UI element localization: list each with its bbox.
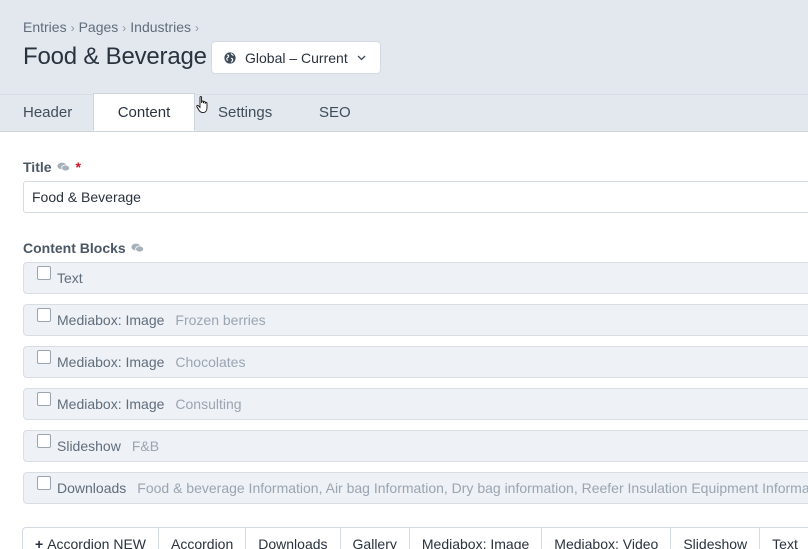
add-mediabox-image-button[interactable]: Mediabox: Image (410, 528, 543, 549)
site-menu-label: Global – Current (245, 49, 348, 66)
block-type: Slideshow (57, 438, 121, 454)
add-block-button-group: + Accordion NEW Accordion Downloads Galle… (22, 527, 808, 549)
breadcrumb-entries[interactable]: Entries (23, 19, 67, 35)
add-button-label: Accordion NEW (47, 536, 146, 549)
breadcrumb-separator: › (122, 21, 127, 35)
tab-settings[interactable]: Settings (218, 95, 272, 133)
block-type: Mediabox: Image (57, 396, 165, 412)
block-summary: Chocolates (175, 354, 246, 370)
add-accordion-button[interactable]: Accordion (159, 528, 247, 549)
tab-content[interactable]: Content (93, 93, 195, 131)
plus-icon: + (35, 536, 44, 549)
add-text-button[interactable]: Text (760, 528, 808, 549)
block-type: Text (57, 270, 83, 286)
breadcrumb-pages[interactable]: Pages (79, 19, 119, 35)
site-menu-button[interactable]: Global – Current (211, 41, 381, 74)
add-gallery-button[interactable]: Gallery (341, 528, 410, 549)
content-block-downloads[interactable]: Downloads Food & beverage Information, A… (23, 472, 808, 504)
title-label-text: Title (23, 159, 52, 175)
title-field-label: Title * (23, 159, 81, 175)
block-summary: Frozen berries (175, 312, 266, 328)
block-select-checkbox[interactable] (37, 392, 51, 406)
content-blocks-label-text: Content Blocks (23, 240, 126, 256)
required-indicator: * (75, 159, 81, 175)
add-accordion-new-button[interactable]: + Accordion NEW (23, 528, 159, 549)
page-title: Food & Beverage (23, 43, 207, 70)
breadcrumb: Entries › Pages › Industries › (23, 19, 203, 35)
content-block-text[interactable]: Text (23, 262, 808, 294)
block-summary: Food & beverage Information, Air bag Inf… (137, 480, 808, 496)
block-select-checkbox[interactable] (37, 434, 51, 448)
block-select-checkbox[interactable] (37, 476, 51, 490)
block-select-checkbox[interactable] (37, 308, 51, 322)
content-block-slideshow[interactable]: Slideshow F&B (23, 430, 808, 462)
breadcrumb-separator: › (194, 21, 199, 35)
hand-cursor-icon (196, 96, 208, 114)
content-block-mediabox-image[interactable]: Mediabox: Image Chocolates (23, 346, 808, 378)
block-select-checkbox[interactable] (37, 266, 51, 280)
add-slideshow-button[interactable]: Slideshow (671, 528, 761, 549)
breadcrumb-separator: › (70, 21, 75, 35)
breadcrumb-industries[interactable]: Industries (130, 19, 191, 35)
add-mediabox-video-button[interactable]: Mediabox: Video (542, 528, 672, 549)
translatable-icon (131, 243, 144, 253)
content-block-mediabox-image[interactable]: Mediabox: Image Consulting (23, 388, 808, 420)
globe-icon (224, 51, 236, 64)
chevron-down-icon (357, 55, 366, 60)
title-input[interactable] (23, 181, 808, 213)
block-type: Mediabox: Image (57, 312, 165, 328)
tab-header[interactable]: Header (23, 95, 72, 133)
tab-bar: Header Content Settings SEO (0, 93, 808, 133)
content-block-mediabox-image[interactable]: Mediabox: Image Frozen berries (23, 304, 808, 336)
block-type: Mediabox: Image (57, 354, 165, 370)
translatable-icon (56, 162, 70, 172)
add-downloads-button[interactable]: Downloads (246, 528, 341, 549)
tab-seo[interactable]: SEO (319, 95, 351, 133)
block-summary: Consulting (175, 396, 242, 412)
block-type: Downloads (57, 480, 127, 496)
block-summary: F&B (131, 438, 160, 454)
block-select-checkbox[interactable] (37, 350, 51, 364)
content-blocks-label: Content Blocks (23, 240, 144, 256)
